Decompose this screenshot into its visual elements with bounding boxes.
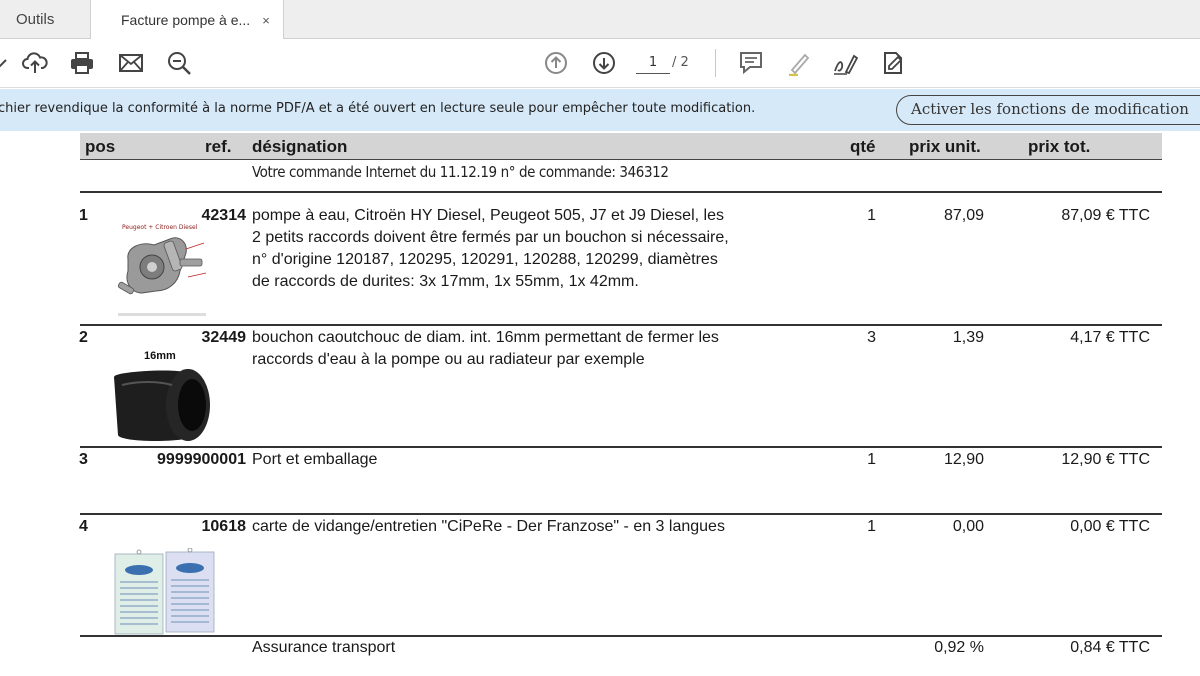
page-total-label: / 2 [672, 55, 689, 70]
row-total-price: 87,09 € TTC [1061, 207, 1150, 224]
row-ref: 9999900001 [157, 451, 246, 468]
row-qty: 1 [867, 518, 876, 535]
row-unit-price: 1,39 [952, 329, 984, 346]
toolbar-divider [715, 49, 716, 77]
tab-document[interactable]: Facture pompe à e... × [90, 0, 284, 40]
page-up-icon[interactable] [543, 50, 569, 76]
rubber-plug-image: 16mm [108, 345, 216, 445]
row-qty: 1 [867, 207, 876, 224]
page-down-icon[interactable] [591, 50, 617, 76]
row-qty: 3 [867, 329, 876, 346]
col-pos-header: pos [85, 137, 116, 156]
order-note: Votre commande Internet du 11.12.19 n° d… [252, 163, 669, 181]
mail-icon[interactable] [118, 50, 144, 76]
insurance-rate: 0,92 % [934, 639, 984, 656]
chevron-down-icon[interactable] [0, 50, 18, 76]
tab-close-icon[interactable]: × [262, 13, 270, 28]
tab-tools-label: Outils [16, 11, 55, 28]
row-total-price: 4,17 € TTC [1070, 329, 1150, 346]
image-caption: Peugeot + Citroen Diesel [122, 224, 198, 231]
table-header: pos ref. désignation qté prix unit. prix… [80, 133, 1162, 160]
row-unit-price: 0,00 [952, 518, 984, 535]
pdfa-info-message: chier revendique la conformité à la norm… [0, 101, 756, 116]
tab-tools[interactable]: Outils [0, 0, 90, 39]
designation-line: n° d'origine 120187, 120295, 120291, 120… [252, 251, 718, 268]
row-unit-price: 12,90 [943, 451, 984, 468]
print-icon[interactable] [69, 50, 95, 76]
row-designation: pompe à eau, Citroën HY Diesel, Peugeot … [252, 205, 729, 293]
row-pos: 2 [79, 329, 88, 346]
page-number-input[interactable]: 1 [636, 52, 670, 74]
zoom-icon[interactable] [166, 50, 192, 76]
row-unit-price: 87,09 [943, 207, 984, 224]
tab-document-label: Facture pompe à e... [121, 12, 251, 28]
tab-bar: Outils Facture pompe à e... × [0, 0, 1200, 40]
designation-line: pompe à eau, Citroën HY Diesel, Peugeot … [252, 207, 724, 224]
designation-line: 2 petits raccords doivent être fermés pa… [252, 229, 729, 246]
row-pos: 4 [79, 518, 88, 535]
designation-line: bouchon caoutchouc de diam. int. 16mm pe… [252, 329, 719, 346]
toolbar: 1 / 2 [0, 39, 1200, 88]
col-unit-price-header: prix unit. [909, 137, 981, 156]
insurance-total: 0,84 € TTC [1070, 639, 1150, 656]
row-divider [80, 191, 1162, 193]
row-designation: Port et emballage [252, 449, 377, 471]
col-total-price-header: prix tot. [1028, 137, 1091, 156]
col-qty-header: qté [850, 137, 876, 156]
fill-sign-icon[interactable] [880, 50, 906, 76]
row-divider [80, 635, 1162, 637]
insurance-label: Assurance transport [252, 639, 396, 656]
comment-icon[interactable] [738, 50, 764, 76]
water-pump-image: Peugeot + Citroen Diesel [108, 219, 216, 319]
pdf-page: pos ref. désignation qté prix unit. prix… [0, 131, 1200, 676]
row-designation: bouchon caoutchouc de diam. int. 16mm pe… [252, 327, 719, 371]
designation-line: raccords d'eau à la pompe ou au radiateu… [252, 351, 645, 368]
row-divider [80, 324, 1162, 326]
image-caption: 16mm [144, 350, 176, 362]
row-divider [80, 513, 1162, 515]
row-divider [80, 446, 1162, 448]
service-card-image [112, 547, 216, 636]
row-pos: 3 [79, 451, 88, 468]
enable-editing-button[interactable]: Activer les fonctions de modification [896, 95, 1200, 125]
row-total-price: 0,00 € TTC [1070, 518, 1150, 535]
cloud-upload-icon[interactable] [22, 50, 48, 76]
row-pos: 1 [79, 207, 88, 224]
col-ref-header: ref. [205, 137, 232, 156]
sign-icon[interactable] [832, 50, 859, 76]
col-designation-header: désignation [252, 137, 348, 156]
row-ref: 10618 [201, 518, 247, 535]
designation-line: de raccords de durites: 3x 17mm, 1x 55mm… [252, 273, 639, 290]
row-qty: 1 [867, 451, 876, 468]
row-designation: carte de vidange/entretien "CiPeRe - Der… [252, 516, 725, 538]
designation-line: Port et emballage [252, 451, 378, 468]
highlight-icon[interactable] [786, 50, 812, 77]
designation-line: carte de vidange/entretien "CiPeRe - Der… [252, 518, 725, 535]
row-total-price: 12,90 € TTC [1061, 451, 1150, 468]
